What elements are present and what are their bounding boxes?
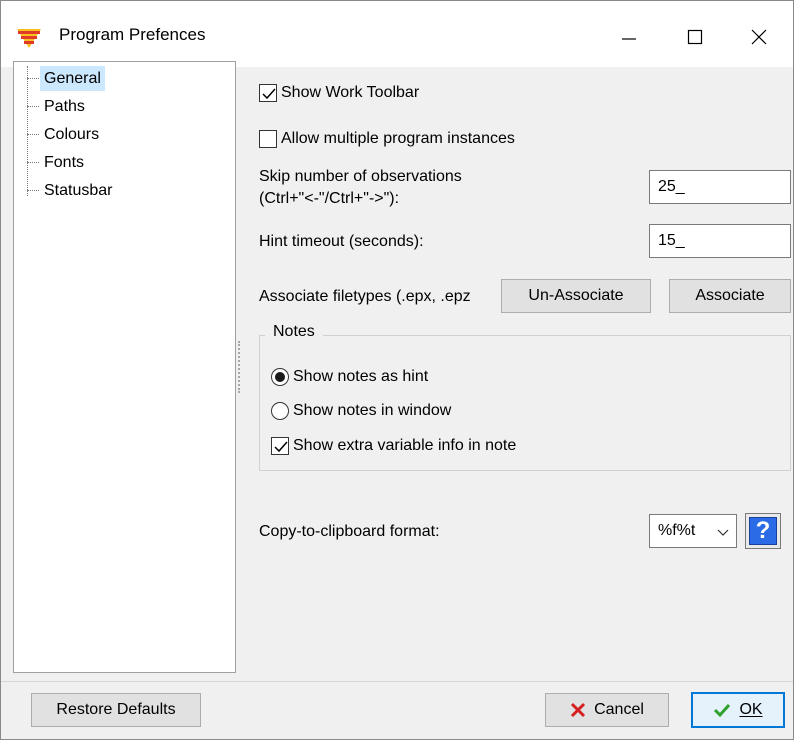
restore-defaults-button[interactable]: Restore Defaults: [31, 693, 201, 727]
clipboard-format-value: %f%t: [658, 522, 696, 539]
checkbox-label: Allow multiple program instances: [281, 130, 515, 147]
tree-item-label: Paths: [44, 97, 85, 115]
unassociate-button[interactable]: Un-Associate: [501, 279, 651, 313]
minimize-icon: [622, 38, 636, 40]
ok-check-icon: [713, 702, 731, 718]
show-notes-in-window-radio[interactable]: Show notes in window: [271, 402, 451, 420]
radio-circle: [271, 368, 289, 386]
app-icon: [15, 27, 43, 49]
maximize-icon: [687, 29, 703, 45]
help-icon: ?: [749, 517, 777, 545]
radio-circle: [271, 402, 289, 420]
window-title: Program Prefences: [59, 25, 206, 44]
checkmark-icon: [274, 441, 288, 453]
tree-item-label: General: [40, 65, 105, 91]
radio-dot: [275, 372, 285, 382]
skip-observations-input[interactable]: 25_: [649, 170, 791, 204]
show-extra-variable-info-checkbox[interactable]: Show extra variable info in note: [271, 437, 516, 455]
clipboard-format-select[interactable]: %f%t: [649, 514, 737, 548]
tree-item-label: Colours: [44, 125, 100, 143]
tree-item-label: Fonts: [44, 153, 85, 171]
checkbox-box: [259, 130, 277, 148]
cancel-button[interactable]: Cancel: [545, 693, 669, 727]
chevron-down-icon: [717, 529, 729, 536]
tree-connector: [27, 66, 28, 196]
checkmark-icon: [262, 88, 276, 100]
tree-branch: [27, 162, 39, 163]
show-notes-as-hint-radio[interactable]: Show notes as hint: [271, 368, 428, 386]
associate-button[interactable]: Associate: [669, 279, 791, 313]
ok-label: OK: [739, 701, 763, 718]
hint-timeout-label: Hint timeout (seconds):: [259, 233, 424, 250]
settings-tree[interactable]: General Paths Colours Fonts Statusbar: [13, 61, 236, 673]
close-icon: [751, 29, 767, 45]
checkbox-box: [259, 84, 277, 102]
minimize-button[interactable]: [599, 13, 659, 61]
skip-observations-label: Skip number of observations: [259, 168, 462, 185]
help-button[interactable]: ?: [745, 513, 781, 549]
tree-branch: [27, 106, 39, 107]
tree-item-label: Statusbar: [44, 181, 113, 199]
radio-label: Show notes in window: [293, 402, 452, 419]
hint-timeout-input[interactable]: 15_: [649, 224, 791, 258]
close-button[interactable]: [729, 13, 789, 61]
splitter-grip[interactable]: [238, 341, 241, 393]
show-work-toolbar-checkbox[interactable]: Show Work Toolbar: [259, 84, 419, 102]
title-bar[interactable]: Program Prefences: [1, 1, 793, 67]
tree-branch: [27, 190, 39, 191]
checkbox-box: [271, 437, 289, 455]
cancel-x-icon: [570, 702, 586, 718]
maximize-button[interactable]: [665, 13, 725, 61]
checkbox-label: Show extra variable info in note: [293, 437, 517, 454]
ok-button[interactable]: OK: [691, 692, 785, 728]
preferences-window: Program Prefences General Paths Colours …: [0, 0, 794, 740]
footer-separator: [1, 681, 793, 682]
clipboard-format-label: Copy-to-clipboard format:: [259, 523, 440, 540]
allow-multiple-instances-checkbox[interactable]: Allow multiple program instances: [259, 130, 515, 148]
cancel-label: Cancel: [594, 701, 644, 718]
tree-branch: [27, 134, 39, 135]
tree-branch: [27, 78, 39, 79]
associate-filetypes-label: Associate filetypes (.epx, .epz: [259, 288, 471, 305]
checkbox-label: Show Work Toolbar: [281, 84, 420, 101]
notes-group-title: Notes: [265, 323, 323, 341]
skip-observations-shortcut-label: (Ctrl+"<-"/Ctrl+"->"):: [259, 190, 400, 207]
radio-label: Show notes as hint: [293, 368, 429, 385]
